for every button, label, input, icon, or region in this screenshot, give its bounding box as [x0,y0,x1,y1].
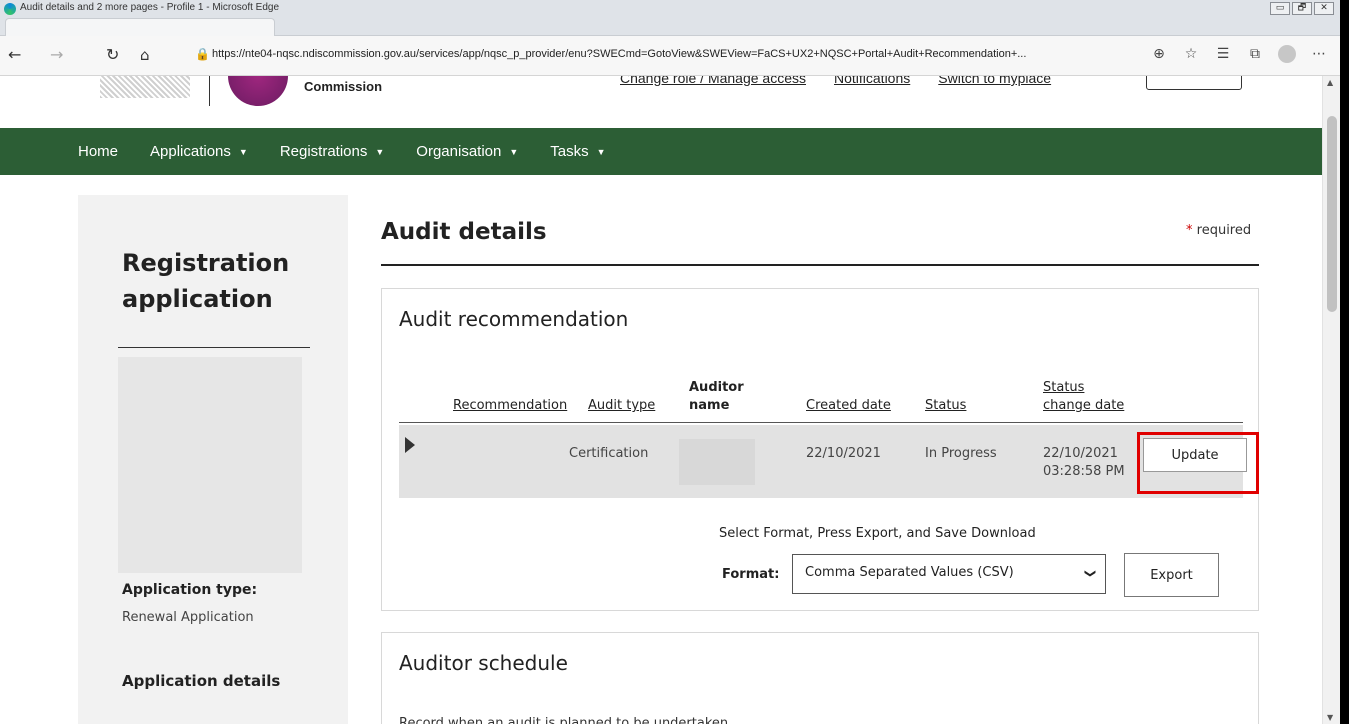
address-bar: ← → ↻ ⌂ 🔒 https://nte04-nqsc.ndiscommiss… [0,36,1340,76]
logout-button[interactable] [1146,76,1242,90]
window-title: Audit details and 2 more pages - Profile… [20,2,280,13]
auditor-schedule-heading: Auditor schedule [399,651,568,675]
sidebar-divider [118,347,310,348]
audit-recommendation-panel: Audit recommendation Recommendation Audi… [381,288,1259,611]
caret-down-icon: ▼ [596,146,606,157]
nav-registrations[interactable]: Registrations ▼ [280,143,384,160]
government-crest-logo [100,76,190,98]
site-header: Commission Change role / Manage access N… [0,76,1322,128]
main-nav: Home Applications ▼ Registrations ▼ Organi… [0,128,1322,175]
home-icon[interactable]: ⌂ [140,47,150,63]
caret-down-icon: ▼ [375,146,385,157]
profile-icon[interactable] [1278,45,1296,63]
required-note: * required [1186,223,1252,238]
notifications-link[interactable]: Notifications [834,76,910,86]
switch-myplace-link[interactable]: Switch to myplace [938,76,1051,86]
more-icon[interactable]: ⋯ [1310,46,1328,62]
window-controls: ▭ 🗗 ✕ [1270,2,1334,15]
lock-icon[interactable]: 🔒 [195,47,210,61]
sidebar-redacted-block [118,357,302,573]
col-created-date[interactable]: Created date [806,397,891,414]
required-star: * [1186,223,1193,238]
col-recommendation[interactable]: Recommendation [453,397,567,414]
brand-text: Commission [304,79,383,94]
restore-icon[interactable]: 🗗 [1292,2,1312,15]
nav-home[interactable]: Home [78,143,118,160]
export-instructions: Select Format, Press Export, and Save Do… [719,526,1036,541]
audit-recommendation-heading: Audit recommendation [399,307,629,331]
application-type-label: Application type: [122,582,258,598]
application-type-value: Renewal Application [122,610,254,625]
cell-audit-type: Certification [569,446,649,461]
col-auditor-name-2: name [689,398,730,413]
cell-status-change-time: 03:28:58 PM [1043,464,1125,479]
collections-icon[interactable]: ⧉ [1246,46,1264,62]
cell-auditor-name-redacted [679,439,755,485]
nav-organisation[interactable]: Organisation ▼ [416,143,518,160]
col-status-change-1[interactable]: Status [1043,379,1084,396]
browser-window: Audit details and 2 more pages - Profile… [0,0,1340,724]
close-icon[interactable]: ✕ [1314,2,1334,15]
table-row[interactable]: Certification 22/10/2021 In Progress 22/… [399,425,1259,498]
auditor-schedule-panel: Auditor schedule Record when an audit is… [381,632,1259,724]
url-field[interactable]: https://nte04-nqsc.ndiscommission.gov.au… [212,48,1026,60]
zoom-icon[interactable]: ⊕ [1150,46,1168,62]
refresh-icon[interactable]: ↻ [106,47,119,63]
scrollbar-thumb[interactable] [1327,116,1337,312]
sidebar-title: Registration application [122,249,290,313]
cell-created-date: 22/10/2021 [806,446,881,461]
browser-tab[interactable] [5,18,275,36]
back-icon[interactable]: ← [8,47,21,63]
page-viewport: Commission Change role / Manage access N… [0,76,1322,724]
page-title: Audit details [381,219,547,245]
change-role-link[interactable]: Change role / Manage access [620,76,806,86]
sidebar: Registration application Application typ… [78,195,348,724]
table-header: Recommendation Audit type Auditor name C… [399,373,1243,423]
header-divider [209,76,210,106]
scroll-up-icon[interactable]: ▲ [1327,78,1333,87]
chevron-down-icon: ❯ [1083,568,1097,579]
scroll-down-icon[interactable]: ▼ [1327,713,1333,722]
nav-applications[interactable]: Applications ▼ [150,143,248,160]
format-label: Format: [722,567,780,582]
favorites-icon[interactable]: ☰ [1214,46,1232,62]
nav-tasks[interactable]: Tasks ▼ [550,143,605,160]
export-button[interactable]: Export [1124,553,1219,597]
caret-down-icon: ▼ [509,146,519,157]
cell-status-change-date: 22/10/2021 [1043,446,1118,461]
col-auditor-name-1: Auditor [689,380,744,395]
edge-icon [4,3,16,15]
format-select-value: Comma Separated Values (CSV) [805,565,1014,580]
forward-icon[interactable]: → [50,47,63,63]
update-highlight-box [1137,432,1259,494]
page-scrollbar[interactable]: ▲ ▼ [1322,76,1340,724]
application-details-link[interactable]: Application details [122,672,280,690]
commission-heart-logo [228,76,288,106]
expand-row-icon[interactable] [405,437,415,453]
col-audit-type[interactable]: Audit type [588,397,656,414]
browser-toolbar: ⊕ ☆ ☰ ⧉ ⋯ [1150,45,1328,63]
title-divider [381,264,1259,266]
col-status-change-2[interactable]: change date [1043,397,1124,414]
cell-status: In Progress [925,446,997,461]
caret-down-icon: ▼ [238,146,248,157]
col-status[interactable]: Status [925,397,966,414]
format-select[interactable]: Comma Separated Values (CSV) ❯ [792,554,1106,594]
auditor-schedule-description: Record when an audit is planned to be un… [399,716,729,724]
favorite-add-icon[interactable]: ☆ [1182,46,1200,62]
title-bar: Audit details and 2 more pages - Profile… [0,0,1340,36]
minimize-icon[interactable]: ▭ [1270,2,1290,15]
header-links: Change role / Manage access Notification… [620,76,1051,86]
